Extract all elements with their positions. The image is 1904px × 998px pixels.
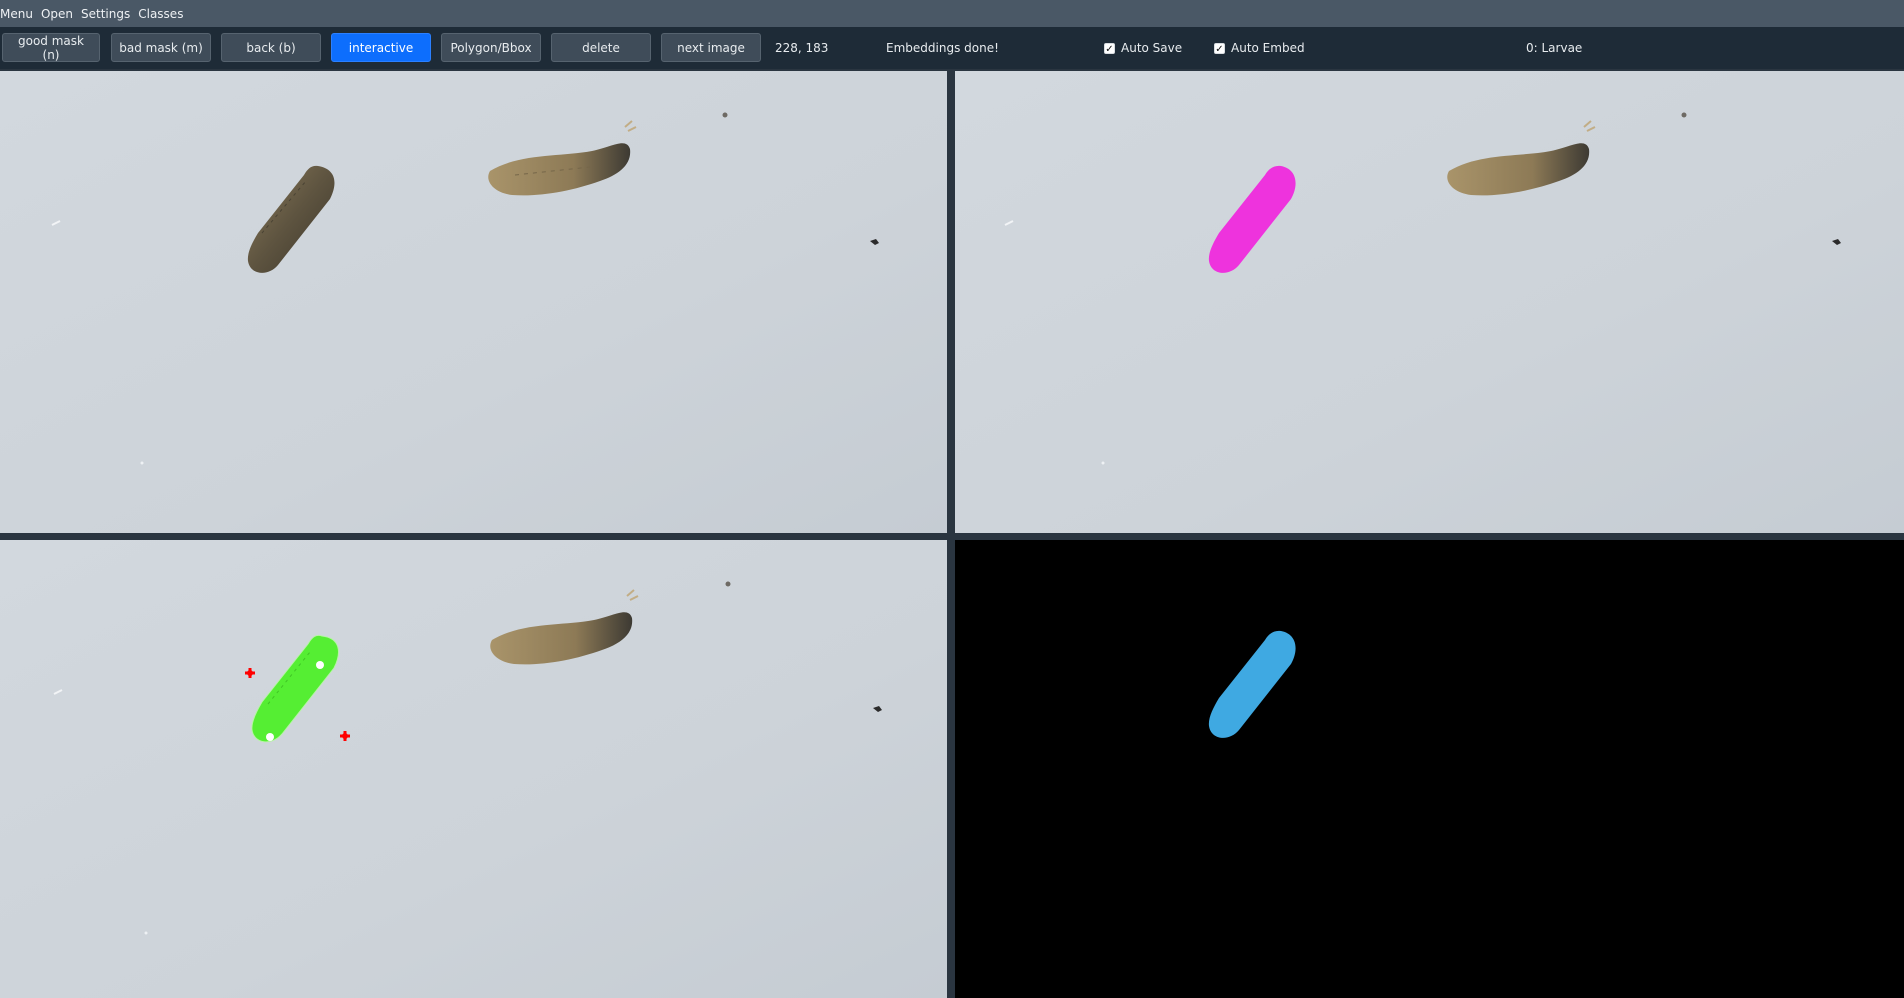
bad-mask-button[interactable]: bad mask (m) — [111, 33, 211, 62]
status-text: Embeddings done! — [886, 41, 999, 55]
auto-embed-checkbox[interactable]: ✓ Auto Embed — [1214, 27, 1305, 69]
image-background — [0, 540, 947, 998]
auto-save-label: Auto Save — [1121, 41, 1183, 55]
interactive-button[interactable]: interactive — [331, 33, 431, 62]
menu-item-classes[interactable]: Classes — [138, 7, 183, 21]
positive-point-icon[interactable] — [266, 733, 274, 741]
interactive-prompt-pane[interactable] — [0, 540, 947, 998]
debris-speck — [722, 112, 728, 118]
image-background — [955, 71, 1904, 533]
polygon-bbox-button[interactable]: Polygon/Bbox — [441, 33, 541, 62]
delete-button[interactable]: delete — [551, 33, 651, 62]
back-button[interactable]: back (b) — [221, 33, 321, 62]
original-image-pane[interactable] — [0, 71, 947, 533]
debris-speck — [144, 931, 148, 935]
mask-preview-pane[interactable] — [955, 540, 1904, 998]
auto-save-checkbox[interactable]: ✓ Auto Save — [1104, 27, 1182, 69]
toolbar: good mask (n) bad mask (m) back (b) inte… — [0, 27, 1904, 69]
debris-speck — [1681, 112, 1687, 118]
segmentation-overlay-pane[interactable] — [955, 71, 1904, 533]
menu-bar: Menu Open Settings Classes — [0, 0, 1904, 27]
checkbox-checked-icon: ✓ — [1214, 42, 1225, 55]
mask-background — [955, 540, 1904, 998]
good-mask-button[interactable]: good mask (n) — [2, 33, 100, 62]
menu-item-settings[interactable]: Settings — [81, 7, 130, 21]
current-class-label: 0: Larvae — [1526, 41, 1583, 55]
debris-speck — [725, 581, 731, 587]
positive-point-icon[interactable] — [316, 661, 324, 669]
debris-speck — [1101, 461, 1105, 465]
cursor-coordinates: 228, 183 — [775, 41, 829, 55]
debris-speck — [140, 461, 144, 465]
auto-embed-label: Auto Embed — [1231, 41, 1305, 55]
next-image-button[interactable]: next image — [661, 33, 761, 62]
menu-item-open[interactable]: Open — [41, 7, 73, 21]
checkbox-checked-icon: ✓ — [1104, 42, 1115, 55]
menu-item-menu[interactable]: Menu — [0, 7, 33, 21]
